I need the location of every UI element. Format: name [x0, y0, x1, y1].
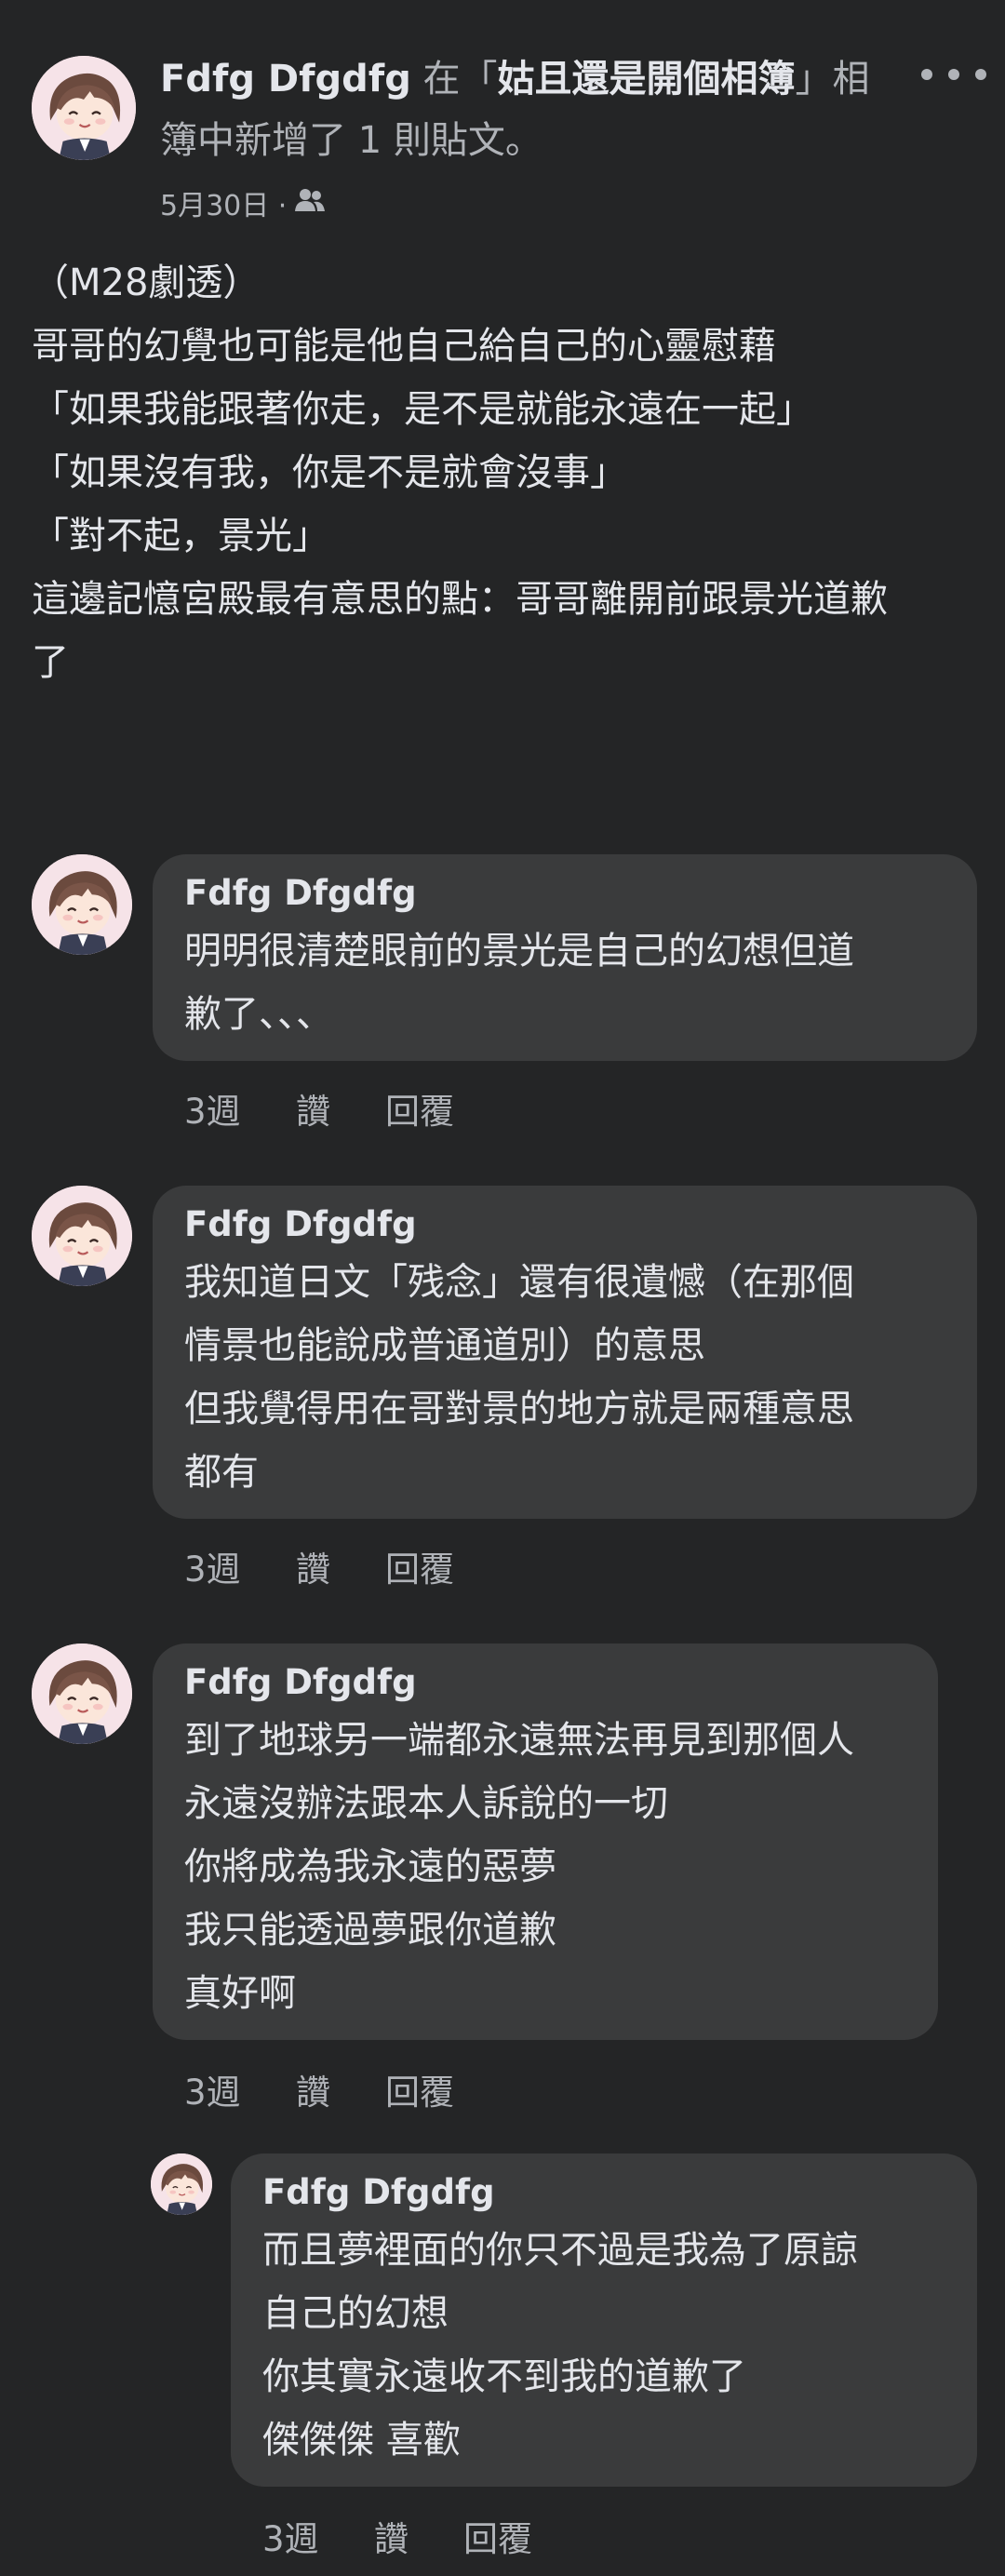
comment-author[interactable]: Fdfg Dfgdfg — [184, 1657, 906, 1709]
post-body-line: 「如果我能跟著你走，是不是就能永遠在一起」 — [32, 388, 813, 431]
comment-bubble[interactable]: Fdfg Dfgdfg 到了地球另一端都永遠無法再見到那個人 永遠沒辦法跟本人訴… — [153, 1644, 938, 2040]
comment-bubble[interactable]: Fdfg Dfgdfg 而且夢裡面的你只不過是我為了原諒 自己的幻想 你其實永遠… — [231, 2153, 977, 2487]
post-body: （M28劇透） 哥哥的幻覺也可能是他自己給自己的心靈慰藉 「如果我能跟著你走，是… — [32, 251, 972, 694]
comment-actions: 3週 讚 回覆 — [184, 2064, 454, 2114]
comment: Fdfg Dfgdfg 明明很清楚眼前的景光是自己的幻想但道 歉了、、、 3週 … — [32, 854, 977, 1152]
comment: Fdfg Dfgdfg 到了地球另一端都永遠無法再見到那個人 永遠沒辦法跟本人訴… — [32, 1644, 977, 2113]
comment-text: 我知道日文「残念」還有很遺憾（在那個 情景也能說成普通道別）的意思 但我覺得用在… — [184, 1261, 854, 1494]
reply-button[interactable]: 回覆 — [385, 2064, 454, 2114]
author-avatar[interactable] — [32, 56, 136, 160]
post-date[interactable]: 5月30日 · — [160, 182, 287, 223]
comment-time[interactable]: 3週 — [184, 1083, 296, 1134]
like-button[interactable]: 讚 — [296, 1083, 385, 1134]
reply-comment: Fdfg Dfgdfg 而且夢裡面的你只不過是我為了原諒 自己的幻想 你其實永遠… — [151, 2153, 977, 2563]
comment-actions: 3週 讚 回覆 — [262, 2511, 532, 2561]
friends-icon — [294, 187, 326, 220]
comment-actions: 3週 讚 回覆 — [184, 1083, 454, 1134]
comment-text: 到了地球另一端都永遠無法再見到那個人 永遠沒辦法跟本人訴說的一切 你將成為我永遠… — [184, 1719, 854, 2015]
post-body-line: 了 — [32, 641, 69, 684]
header-rest-text: 」相 — [795, 58, 870, 101]
comment-author[interactable]: Fdfg Dfgdfg — [262, 2167, 945, 2219]
commenter-avatar[interactable] — [151, 2153, 212, 2215]
like-button[interactable]: 讚 — [296, 1541, 385, 1591]
post-header: Fdfg Dfgdfg 在「姑且還是開個相簿」相 簿中新增了 1 則貼文。 5月… — [0, 0, 1005, 242]
album-link[interactable]: 姑且還是開個相簿 — [498, 58, 796, 101]
header-in-text: 在「 — [410, 58, 498, 101]
reply-button[interactable]: 回覆 — [385, 1541, 454, 1591]
author-name[interactable]: Fdfg Dfgdfg — [160, 58, 411, 101]
post-body-line: 「對不起，景光」 — [32, 515, 329, 557]
more-options-icon[interactable] — [921, 56, 986, 93]
post-header-text: Fdfg Dfgdfg 在「姑且還是開個相簿」相 簿中新增了 1 則貼文。 — [160, 48, 904, 171]
comment-time[interactable]: 3週 — [184, 1541, 296, 1591]
post-body-line: （M28劇透） — [32, 262, 261, 304]
comment-bubble[interactable]: Fdfg Dfgdfg 我知道日文「残念」還有很遺憾（在那個 情景也能說成普通道… — [153, 1186, 977, 1519]
comment-author[interactable]: Fdfg Dfgdfg — [184, 867, 945, 919]
comment-text: 而且夢裡面的你只不過是我為了原諒 自己的幻想 你其實永遠收不到我的道歉了 傑傑傑… — [262, 2229, 858, 2462]
comment-actions: 3週 讚 回覆 — [184, 1541, 454, 1591]
post-body-line: 哥哥的幻覺也可能是他自己給自己的心靈慰藉 — [32, 325, 776, 368]
post-body-line: 「如果沒有我，你是不是就會沒事」 — [32, 451, 627, 494]
comment: Fdfg Dfgdfg 我知道日文「残念」還有很遺憾（在那個 情景也能說成普通道… — [32, 1186, 977, 1595]
comment-time[interactable]: 3週 — [262, 2511, 374, 2561]
commenter-avatar[interactable] — [32, 854, 132, 955]
header-rest-text-2: 簿中新增了 1 則貼文。 — [160, 119, 543, 162]
post-body-line: 這邊記憶宮殿最有意思的點：哥哥離開前跟景光道歉 — [32, 578, 888, 621]
like-button[interactable]: 讚 — [374, 2511, 463, 2561]
post-meta: 5月30日 · — [160, 182, 326, 223]
commenter-avatar[interactable] — [32, 1186, 132, 1286]
comment-time[interactable]: 3週 — [184, 2064, 296, 2114]
like-button[interactable]: 讚 — [296, 2064, 385, 2114]
reply-button[interactable]: 回覆 — [463, 2511, 532, 2561]
commenter-avatar[interactable] — [32, 1644, 132, 1744]
comment-bubble[interactable]: Fdfg Dfgdfg 明明很清楚眼前的景光是自己的幻想但道 歉了、、、 — [153, 854, 977, 1061]
comment-author[interactable]: Fdfg Dfgdfg — [184, 1199, 945, 1251]
comment-text: 明明很清楚眼前的景光是自己的幻想但道 歉了、、、 — [184, 930, 854, 1036]
reply-button[interactable]: 回覆 — [385, 1083, 454, 1134]
